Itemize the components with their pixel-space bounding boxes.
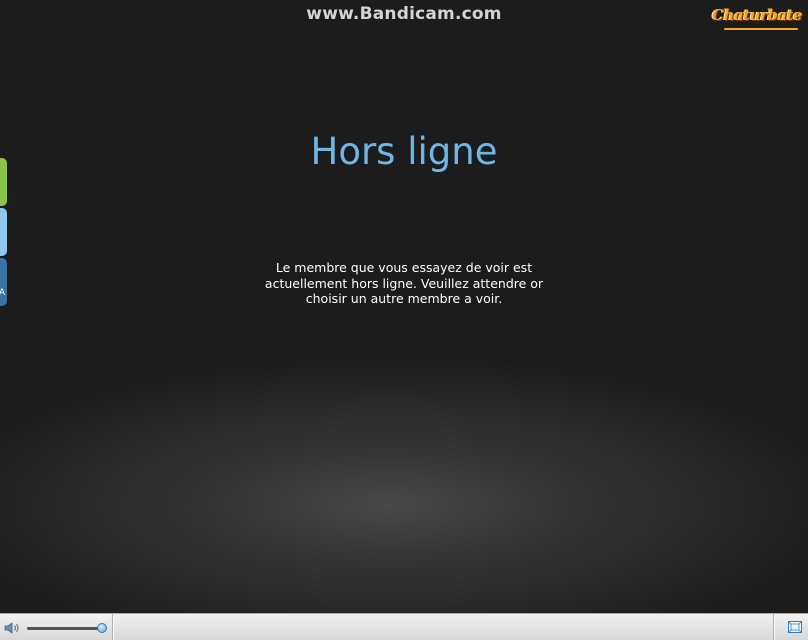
volume-slider[interactable]	[27, 623, 107, 633]
side-tab-green[interactable]	[0, 158, 7, 206]
fullscreen-icon[interactable]	[788, 621, 802, 633]
volume-fill	[27, 627, 102, 630]
control-divider	[112, 614, 113, 640]
control-divider	[773, 614, 774, 640]
side-tab-dark-blue[interactable]: A	[0, 258, 7, 306]
video-player: www.Bandicam.com Chaturbate Hors ligne L…	[0, 0, 808, 640]
logo-underline	[724, 28, 798, 30]
side-tab-label: A	[0, 288, 5, 298]
side-tab-light-blue[interactable]	[0, 208, 7, 256]
speaker-icon[interactable]	[4, 622, 22, 634]
chaturbate-logo: Chaturbate	[712, 6, 802, 24]
volume-slider-handle[interactable]	[96, 623, 107, 633]
offline-message: Le membre que vous essayez de voir est a…	[264, 260, 544, 306]
player-control-bar	[0, 613, 808, 640]
offline-title: Hors ligne	[310, 130, 498, 173]
recorder-watermark: www.Bandicam.com	[306, 4, 502, 24]
